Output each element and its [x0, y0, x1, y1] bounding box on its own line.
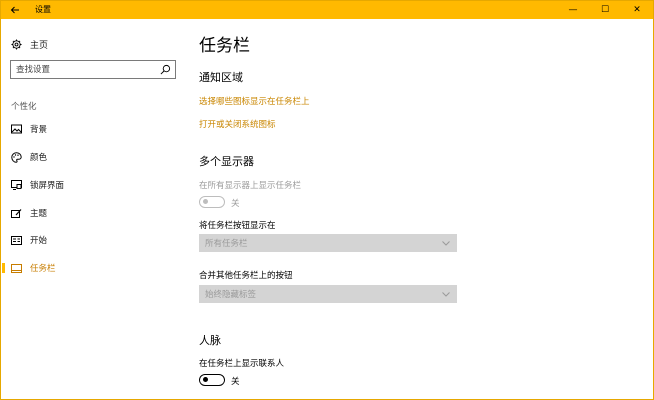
chevron-down-icon: [442, 241, 450, 246]
sidebar-home-label: 主页: [30, 40, 49, 51]
section-heading-people: 人脉: [199, 334, 221, 347]
sidebar-item-themes[interactable]: 主题: [1, 204, 189, 222]
gear-icon: [11, 38, 22, 50]
show-contacts-state: 关: [231, 377, 240, 387]
sidebar-item-label: 锁屏界面: [30, 181, 65, 191]
sidebar-item-start[interactable]: 开始: [1, 231, 189, 249]
dropdown-value: 所有任务栏: [205, 239, 248, 249]
section-heading-multiple-displays: 多个显示器: [199, 155, 254, 168]
sidebar-item-taskbar[interactable]: 任务栏: [1, 259, 189, 277]
start-icon: [11, 235, 22, 246]
search-input[interactable]: [16, 63, 156, 76]
show-on-all-displays-toggle[interactable]: [199, 196, 225, 208]
window-controls: — ☐ ✕: [557, 1, 653, 19]
sidebar-item-colors[interactable]: 颜色: [1, 148, 189, 166]
theme-icon: [11, 208, 22, 219]
dropdown-value: 始终隐藏标签: [205, 290, 257, 300]
palette-icon: [11, 151, 22, 163]
lock-screen-icon: [11, 180, 22, 191]
sidebar: 主页 个性化 背景 颜色 锁屏界面: [1, 19, 189, 399]
sidebar-item-label: 主题: [30, 209, 48, 219]
sidebar-item-label: 背景: [30, 125, 48, 135]
sidebar-item-background[interactable]: 背景: [1, 120, 189, 138]
show-contacts-label: 在任务栏上显示联系人: [199, 359, 285, 369]
group-label-personalization: 个性化: [11, 102, 37, 112]
window-title: 设置: [35, 5, 51, 14]
link-select-taskbar-icons[interactable]: 选择哪些图标显示在任务栏上: [199, 95, 310, 107]
settings-window: 设置 — ☐ ✕ 主页 个性化 背景: [0, 0, 654, 400]
taskbar-icon: [11, 263, 22, 274]
show-on-all-displays-state: 关: [231, 199, 240, 209]
image-icon: [11, 124, 22, 135]
minimize-button[interactable]: —: [557, 1, 589, 19]
back-button[interactable]: [1, 1, 29, 19]
toggle-knob: [203, 199, 208, 204]
combine-buttons-label: 合并其他任务栏上的按钮: [199, 271, 293, 281]
show-on-all-displays-label: 在所有显示器上显示任务栏: [199, 181, 302, 191]
active-indicator: [2, 263, 5, 273]
main-content: 任务栏 通知区域 选择哪些图标显示在任务栏上 打开或关闭系统图标 多个显示器 在…: [199, 19, 639, 399]
page-title: 任务栏: [199, 36, 250, 56]
sidebar-item-lock-screen[interactable]: 锁屏界面: [1, 176, 189, 194]
back-arrow-icon: [10, 6, 19, 14]
search-icon[interactable]: [160, 64, 171, 75]
combine-buttons-dropdown[interactable]: 始终隐藏标签: [199, 285, 457, 303]
section-heading-notification-area: 通知区域: [199, 71, 243, 84]
toggle-knob: [203, 377, 208, 382]
sidebar-item-label: 任务栏: [30, 264, 56, 274]
sidebar-item-label: 颜色: [30, 153, 48, 163]
sidebar-item-label: 开始: [30, 236, 48, 246]
close-button[interactable]: ✕: [621, 1, 653, 19]
show-contacts-toggle[interactable]: [199, 374, 225, 386]
taskbar-buttons-label: 将任务栏按钮显示在: [199, 221, 276, 231]
link-system-icons[interactable]: 打开或关闭系统图标: [199, 118, 276, 130]
chevron-down-icon: [442, 292, 450, 297]
taskbar-buttons-dropdown[interactable]: 所有任务栏: [199, 234, 457, 252]
search-box[interactable]: [10, 60, 176, 79]
title-bar: 设置 — ☐ ✕: [1, 1, 653, 19]
sidebar-home[interactable]: 主页: [11, 37, 48, 51]
maximize-button[interactable]: ☐: [589, 1, 621, 19]
